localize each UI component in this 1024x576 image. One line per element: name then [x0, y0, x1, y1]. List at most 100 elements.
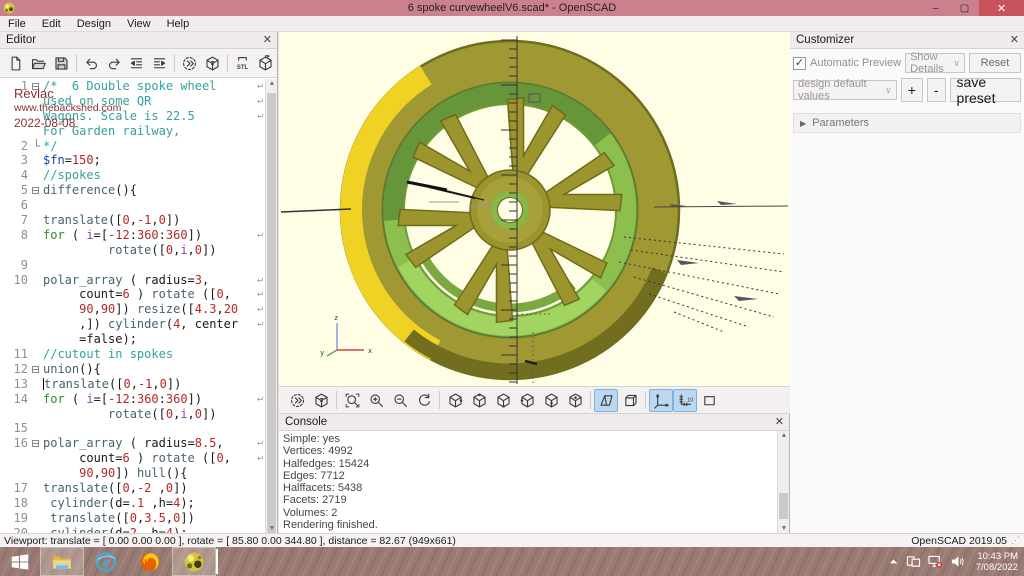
code-line[interactable]: 15 [0, 421, 265, 436]
zoom-all-button[interactable] [340, 389, 364, 412]
preview-button[interactable] [285, 389, 309, 412]
code-line[interactable]: 18 cylinder(d=.1 ,h=4); [0, 496, 265, 511]
view-left-button[interactable] [515, 389, 539, 412]
fold-marker-icon[interactable] [30, 362, 43, 377]
code-line[interactable]: 17translate([0,-2 ,0]) [0, 481, 265, 496]
3d-viewport[interactable]: z x y [279, 32, 790, 386]
scroll-up-icon[interactable]: ▲ [266, 80, 278, 87]
preview-button[interactable] [178, 52, 201, 75]
code-line[interactable]: 7translate([0,-1,0]) [0, 213, 265, 228]
editor-scrollbar[interactable]: ▲ ▼ [265, 79, 277, 533]
reset-button[interactable]: Reset [969, 53, 1021, 73]
taskbar-clock[interactable]: 10:43 PM 7/08/2022 [972, 551, 1018, 573]
fold-marker-icon[interactable] [30, 436, 43, 451]
scroll-down-icon[interactable]: ▼ [266, 525, 278, 532]
network-error-icon[interactable] [928, 555, 943, 568]
devices-icon[interactable] [906, 555, 921, 568]
menu-file[interactable]: File [0, 17, 34, 31]
detail-level-select[interactable]: Show Details∨ [905, 53, 965, 73]
menu-help[interactable]: Help [159, 17, 198, 31]
render-button[interactable] [201, 52, 224, 75]
orthogonal-button[interactable] [618, 389, 642, 412]
scroll-up-icon[interactable]: ▲ [778, 432, 790, 439]
firefox-taskbar-button[interactable] [128, 547, 172, 576]
menu-view[interactable]: View [119, 17, 159, 31]
code-line[interactable]: rotate([0,i,0]) [0, 407, 265, 422]
code-line[interactable]: 5difference(){ [0, 183, 265, 198]
perspective-button[interactable] [594, 389, 618, 412]
show-axes-button[interactable] [649, 389, 673, 412]
openscad-taskbar-button[interactable] [172, 547, 216, 576]
export-stl-button[interactable]: STL [231, 52, 254, 75]
code-line[interactable]: 4//spokes [0, 168, 265, 183]
save-preset-button[interactable]: save preset [950, 78, 1021, 102]
code-line[interactable]: 11//cutout in spokes [0, 347, 265, 362]
code-line[interactable]: 12union(){ [0, 362, 265, 377]
code-line[interactable]: count=6 ) rotate ([0,↵ [0, 451, 265, 466]
code-line[interactable]: Wagons. Scale is 22.5↵ [0, 109, 265, 124]
fold-marker-icon[interactable] [30, 79, 43, 94]
code-line[interactable]: ,]) cylinder(4, center↵ [0, 317, 265, 332]
render-button[interactable] [309, 389, 333, 412]
show-crosshairs-button[interactable] [697, 389, 721, 412]
menu-edit[interactable]: Edit [34, 17, 69, 31]
code-line[interactable]: 2└*/ [0, 139, 265, 154]
close-button[interactable]: ✕ [979, 0, 1024, 16]
undo-button[interactable] [80, 52, 103, 75]
code-line[interactable]: 6 [0, 198, 265, 213]
editor-header[interactable]: Editor ✕ [0, 32, 277, 49]
code-line[interactable]: 13translate([0,-1,0]) [0, 377, 265, 392]
customizer-close-icon[interactable]: ✕ [1010, 33, 1019, 46]
start-taskbar-button[interactable] [0, 547, 40, 576]
view-right-button[interactable] [443, 389, 467, 412]
open-file-button[interactable] [27, 52, 50, 75]
automatic-preview-checkbox[interactable]: ✓ [793, 57, 806, 70]
code-line[interactable]: rotate([0,i,0]) [0, 243, 265, 258]
code-line[interactable]: used on some QR↵ [0, 94, 265, 109]
maximize-button[interactable]: ▢ [950, 0, 979, 16]
minimize-button[interactable]: – [921, 0, 950, 16]
customizer-header[interactable]: Customizer ✕ [790, 32, 1024, 49]
code-line[interactable]: 10polar_array ( radius=3,↵ [0, 273, 265, 288]
code-line[interactable]: 16polar_array ( radius=8.5,↵ [0, 436, 265, 451]
code-line[interactable]: 9 [0, 258, 265, 273]
scroll-down-icon[interactable]: ▼ [778, 525, 790, 532]
add-preset-button[interactable]: + [901, 78, 923, 102]
redo-button[interactable] [103, 52, 126, 75]
zoom-in-button[interactable] [364, 389, 388, 412]
console-scrollbar[interactable]: ▲ ▼ [777, 431, 789, 533]
hidden-icons-icon[interactable] [888, 556, 899, 567]
zoom-out-button[interactable] [388, 389, 412, 412]
code-line[interactable]: count=6 ) rotate ([0,↵ [0, 287, 265, 302]
code-line[interactable]: 20 cylinder(d=2, h=4); [0, 526, 265, 533]
new-file-button[interactable] [4, 52, 27, 75]
save-file-button[interactable] [50, 52, 73, 75]
resize-grip[interactable]: ⋰ [1011, 535, 1020, 546]
preset-select[interactable]: design default values∨ [793, 80, 897, 100]
editor-close-icon[interactable]: ✕ [263, 33, 272, 46]
code-line[interactable]: 14for ( i=[-12:360:360])↵ [0, 392, 265, 407]
parameters-section[interactable]: ▶ Parameters [793, 113, 1021, 133]
code-line[interactable]: 90,90]) hull(){ [0, 466, 265, 481]
code-editor[interactable]: 1/* 6 Double spoke wheel↵used on some QR… [0, 79, 265, 533]
code-line[interactable]: =false); [0, 332, 265, 347]
code-line[interactable]: 1/* 6 Double spoke wheel↵ [0, 79, 265, 94]
code-line[interactable]: 8for ( i=[-12:360:360])↵ [0, 228, 265, 243]
view-back-button[interactable] [563, 389, 587, 412]
volume-icon[interactable] [950, 555, 965, 568]
code-line[interactable]: 3$fn=150; [0, 153, 265, 168]
print-3d-button[interactable] [254, 52, 277, 75]
code-line[interactable]: 19 translate([0,3.5,0]) [0, 511, 265, 526]
remove-preset-button[interactable]: - [927, 78, 946, 102]
view-top-button[interactable] [467, 389, 491, 412]
title-bar[interactable]: 6 spoke curvewheelV6.scad* - OpenSCAD – … [0, 0, 1024, 16]
view-front-button[interactable] [539, 389, 563, 412]
indent-button[interactable] [148, 52, 171, 75]
console-close-icon[interactable]: ✕ [775, 415, 784, 428]
code-line[interactable]: 90,90]) resize([4.3,20↵ [0, 302, 265, 317]
unindent-button[interactable] [126, 52, 149, 75]
reset-view-button[interactable] [412, 389, 436, 412]
code-line[interactable]: For Garden railway, [0, 124, 265, 139]
internet-explorer-taskbar-button[interactable]: e [84, 547, 128, 576]
show-scale-markers-button[interactable]: 10 [673, 389, 697, 412]
